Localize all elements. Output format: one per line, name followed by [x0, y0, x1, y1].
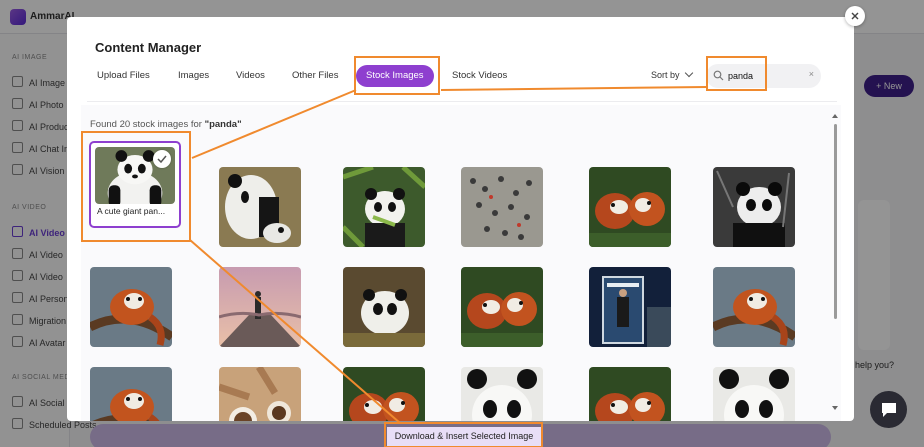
stock-image-card[interactable] — [219, 267, 301, 347]
search-input[interactable] — [728, 69, 798, 83]
stock-image-card[interactable] — [461, 267, 543, 347]
stock-image-card[interactable] — [219, 167, 301, 247]
stock-image-thumbnail — [343, 367, 425, 421]
stock-image-card-selected[interactable]: A cute giant pan... — [89, 141, 181, 228]
chat-support-button[interactable] — [870, 391, 907, 428]
stock-image-thumbnail — [219, 167, 301, 247]
stock-image-thumbnail — [589, 367, 671, 421]
stock-image-thumbnail — [343, 167, 425, 247]
stock-image-thumbnail — [713, 267, 795, 347]
stock-image-card[interactable] — [343, 267, 425, 347]
stock-image-card[interactable] — [343, 167, 425, 247]
search-box[interactable]: × — [706, 64, 821, 88]
search-icon — [713, 70, 724, 81]
image-results-area: Found 20 stock images for "panda" A cute… — [81, 105, 841, 421]
results-query: "panda" — [204, 119, 242, 130]
tab-stock-videos[interactable]: Stock Videos — [444, 65, 515, 87]
header-divider — [87, 101, 837, 102]
stock-image-card[interactable] — [589, 167, 671, 247]
stock-image-thumbnail — [461, 267, 543, 347]
stock-image-card[interactable] — [713, 167, 795, 247]
tab-other-files[interactable]: Other Files — [284, 65, 346, 87]
selected-check-icon — [153, 150, 171, 168]
stock-image-thumbnail — [461, 167, 543, 247]
stock-image-thumbnail — [219, 367, 301, 421]
stock-image-thumbnail — [219, 267, 301, 347]
stock-image-card[interactable] — [461, 167, 543, 247]
content-manager-modal: Content Manager Upload Files Images Vide… — [67, 17, 854, 421]
stock-image-thumbnail — [461, 367, 543, 421]
stock-image-thumbnail — [589, 167, 671, 247]
chevron-down-icon — [684, 68, 693, 78]
close-icon — [851, 12, 859, 20]
modal-title: Content Manager — [95, 40, 202, 55]
stock-image-card[interactable] — [589, 267, 671, 347]
scroll-down-arrow-icon[interactable] — [832, 406, 838, 410]
stock-image-card[interactable] — [90, 367, 172, 421]
stock-image-card[interactable] — [589, 367, 671, 421]
stock-image-card[interactable] — [713, 267, 795, 347]
results-prefix: Found 20 stock images for — [90, 119, 205, 130]
close-modal-button[interactable] — [845, 6, 865, 26]
stock-image-thumbnail — [90, 267, 172, 347]
tab-images[interactable]: Images — [170, 65, 217, 87]
tab-stock-images[interactable]: Stock Images — [356, 65, 434, 87]
results-count-text: Found 20 stock images for "panda" — [90, 119, 242, 130]
stock-image-caption: A cute giant pan... — [97, 206, 166, 216]
stock-image-card[interactable] — [90, 267, 172, 347]
stock-image-card[interactable] — [713, 367, 795, 421]
chat-icon — [881, 402, 896, 417]
download-insert-button[interactable]: Download & Insert Selected Image — [387, 427, 541, 446]
sort-dropdown[interactable]: Sort by — [651, 68, 693, 80]
stock-image-card[interactable] — [219, 367, 301, 421]
tab-videos[interactable]: Videos — [228, 65, 273, 87]
stock-image-thumbnail — [713, 367, 795, 421]
stock-image-card[interactable] — [343, 367, 425, 421]
stock-image-thumbnail — [713, 167, 795, 247]
scrollbar-thumb[interactable] — [834, 124, 837, 319]
stock-image-thumbnail — [589, 267, 671, 347]
stock-image-card[interactable] — [461, 367, 543, 421]
tab-upload-files[interactable]: Upload Files — [89, 65, 158, 87]
stock-image-thumbnail — [90, 367, 172, 421]
stock-image-thumbnail — [343, 267, 425, 347]
clear-search-icon[interactable]: × — [809, 69, 814, 79]
sort-label: Sort by — [651, 70, 680, 80]
scroll-up-arrow-icon[interactable] — [832, 114, 838, 118]
